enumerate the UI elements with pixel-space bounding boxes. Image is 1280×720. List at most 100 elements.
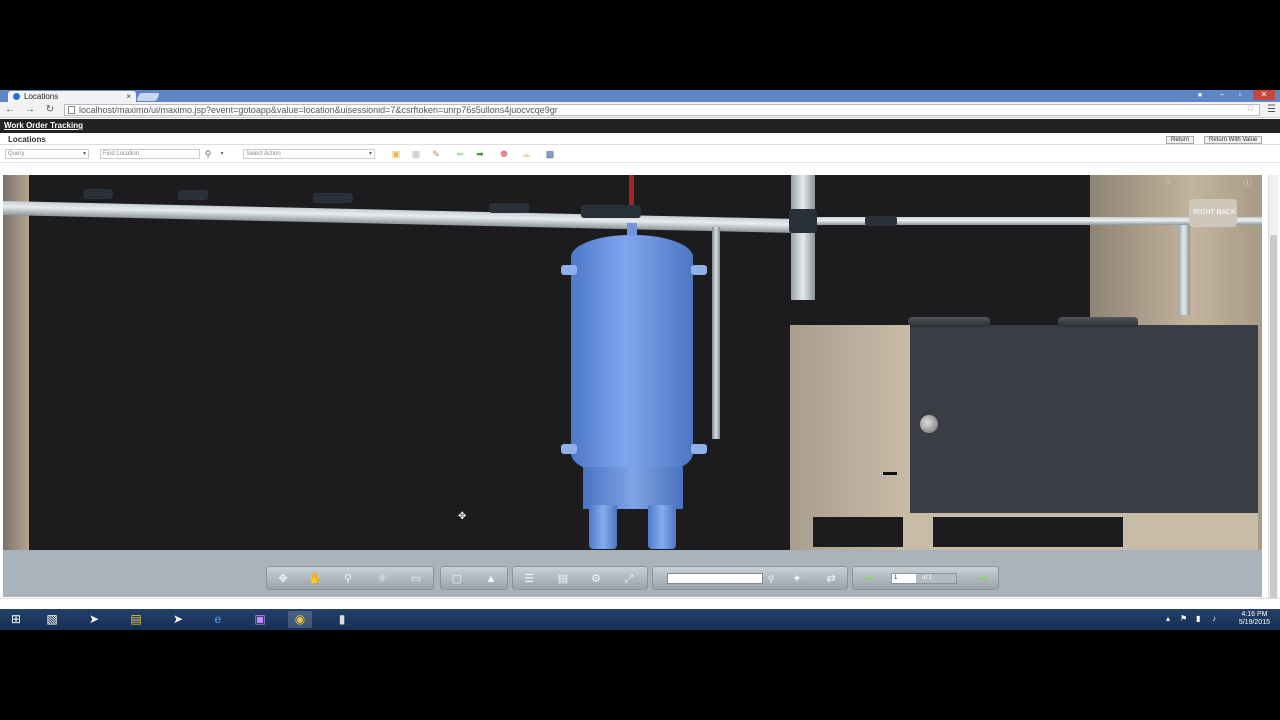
fly-icon[interactable]: ⚛: [374, 572, 390, 586]
page-indicator: 1 of 1: [891, 573, 957, 584]
model-search-input[interactable]: [667, 573, 763, 584]
new-tab-button[interactable]: [136, 93, 160, 101]
next-record-icon[interactable]: ➡: [474, 149, 486, 159]
page-of-label: of 1: [922, 575, 933, 581]
chrome-icon[interactable]: ◉: [288, 611, 312, 628]
remote-desktop-icon[interactable]: ➤: [166, 611, 190, 628]
search-icon[interactable]: ⚲: [763, 572, 779, 586]
powershell-icon[interactable]: ➤: [82, 611, 106, 628]
browser-tab-locations[interactable]: Locations ×: [8, 91, 136, 102]
tank-nozzle: [691, 265, 707, 275]
scrollbar-thumb[interactable]: [1270, 235, 1277, 605]
pan-hand-icon[interactable]: ✋: [307, 572, 323, 586]
chevron-down-icon: ▾: [368, 151, 372, 157]
view-cube[interactable]: RIGHT BACK: [1189, 199, 1237, 227]
new-record-icon[interactable]: ▣: [390, 149, 402, 159]
pipe-cross-fitting: [789, 209, 817, 233]
zoom-icon[interactable]: ⚲: [340, 572, 356, 586]
maximize-button[interactable]: ▫: [1232, 90, 1248, 100]
url-field[interactable]: localhost/maximo/ui/maximo.jsp?event=got…: [64, 104, 1260, 116]
windows-taskbar: ⊞ ▧ ➤ ▤ ➤ e ▣ ◉ ▮ ▴ ⚑ ▮ ♪ 4:16 PM 5/19/2…: [0, 609, 1280, 630]
forward-arrow-icon[interactable]: →: [24, 104, 36, 116]
find-location-placeholder: Find Location: [103, 151, 140, 157]
address-bar-row: ← → ↻ localhost/maximo/ui/maximo.jsp?eve…: [0, 102, 1280, 118]
boiler-base-gap: [933, 517, 1123, 547]
select-icon[interactable]: ✦: [789, 572, 805, 586]
select-action-dropdown[interactable]: Select Action ▾: [243, 149, 375, 159]
boiler-lid: [1058, 317, 1138, 327]
boiler-knob: [920, 415, 938, 433]
work-order-tracking-link[interactable]: Work Order Tracking: [4, 121, 83, 130]
pipe-coupling: [865, 216, 897, 226]
3d-model-viewport[interactable]: RIGHT BACK ⌂ ⓘ ✥: [3, 175, 1262, 555]
close-window-button[interactable]: ✕: [1253, 90, 1275, 100]
camera-icon[interactable]: ▭: [408, 572, 424, 586]
maximo-toolbar: Query ▾ Find Location ⚲ ▾ Select Action …: [0, 145, 1280, 163]
cube-view-icon[interactable]: ▢: [449, 572, 465, 586]
fullscreen-icon[interactable]: ⤢: [621, 572, 637, 586]
red-valve-pipe[interactable]: [629, 175, 634, 205]
left-wall: [3, 175, 29, 550]
section-icon[interactable]: ▲: [483, 572, 499, 586]
return-with-value-button[interactable]: Return With Value: [1204, 136, 1263, 144]
bookmark-star-icon[interactable]: ☆: [1246, 104, 1255, 114]
list-icon[interactable]: ▤: [555, 572, 571, 586]
main-pipe[interactable]: [3, 201, 793, 233]
command-prompt-icon[interactable]: ▮: [330, 611, 354, 628]
vertical-pipe-right[interactable]: [1178, 225, 1190, 315]
page-title: Locations: [8, 135, 46, 144]
report-icon[interactable]: ▩: [544, 149, 556, 159]
start-windows-icon[interactable]: ⊞: [4, 611, 28, 628]
orbit-icon[interactable]: ✥: [275, 572, 291, 586]
query-select[interactable]: Query ▾: [5, 149, 89, 159]
previous-page-icon[interactable]: ⬅: [861, 572, 877, 586]
next-page-icon[interactable]: ➡: [975, 572, 991, 586]
info-icon[interactable]: ⓘ: [1243, 175, 1252, 188]
internet-explorer-icon[interactable]: e: [206, 611, 230, 628]
edit-pencil-icon[interactable]: ✎: [430, 149, 442, 159]
tab-close-icon[interactable]: ×: [126, 91, 131, 102]
back-arrow-icon[interactable]: ←: [4, 104, 16, 116]
user-icon[interactable]: ●: [1192, 90, 1208, 100]
network-icon[interactable]: ▮: [1196, 614, 1200, 623]
bypass-pipe[interactable]: [712, 227, 720, 439]
paging-group: ⬅ 1 of 1 ➡: [852, 566, 999, 590]
action-center-flag-icon[interactable]: ⚑: [1180, 614, 1187, 623]
pipe-coupling: [178, 190, 208, 200]
tray-up-arrow-icon[interactable]: ▴: [1166, 614, 1170, 623]
save-icon[interactable]: ▦: [410, 149, 422, 159]
find-location-input[interactable]: Find Location: [100, 149, 200, 159]
home-view-icon[interactable]: ⌂: [1165, 175, 1170, 185]
app-window-icon[interactable]: ▣: [248, 611, 272, 628]
taskbar-clock[interactable]: 4:16 PM 5/19/2015: [1239, 611, 1270, 627]
boiler-lid: [908, 317, 990, 327]
workflow-icon[interactable]: ☁: [520, 149, 532, 159]
pipe-coupling: [83, 189, 113, 199]
search-icon[interactable]: ⚲: [202, 149, 214, 159]
tank-nozzle: [691, 444, 707, 454]
bulletin-icon[interactable]: ❁: [498, 149, 510, 159]
volume-icon[interactable]: ♪: [1212, 614, 1216, 623]
settings-gear-icon[interactable]: ⚙: [588, 572, 604, 586]
browser-menu-icon[interactable]: ☰: [1267, 104, 1276, 115]
model-tree-icon[interactable]: ☰: [521, 572, 537, 586]
page-scrollbar[interactable]: [1268, 175, 1278, 608]
previous-record-icon[interactable]: ⬅: [454, 149, 466, 159]
search-tools-group: ⚲ ✦ ⇄: [652, 566, 848, 590]
pipe-coupling: [489, 203, 529, 213]
page-icon: [68, 106, 75, 114]
pressure-tank[interactable]: [571, 235, 693, 473]
boiler-base-gap: [813, 517, 903, 547]
select-action-placeholder: Select Action: [246, 151, 281, 157]
reload-icon[interactable]: ↻: [44, 104, 56, 116]
sync-icon[interactable]: ⇄: [823, 572, 839, 586]
vertical-pipe[interactable]: [791, 175, 815, 300]
server-manager-icon[interactable]: ▧: [40, 611, 64, 628]
page-number-input[interactable]: 1: [892, 574, 916, 583]
file-explorer-icon[interactable]: ▤: [124, 611, 148, 628]
pipe-coupling: [313, 193, 353, 203]
view-tools-group: ▢ ▲: [440, 566, 508, 590]
return-button[interactable]: Return: [1166, 136, 1195, 144]
minimize-button[interactable]: –: [1214, 90, 1230, 100]
search-options-chevron-icon[interactable]: ▾: [216, 149, 228, 159]
